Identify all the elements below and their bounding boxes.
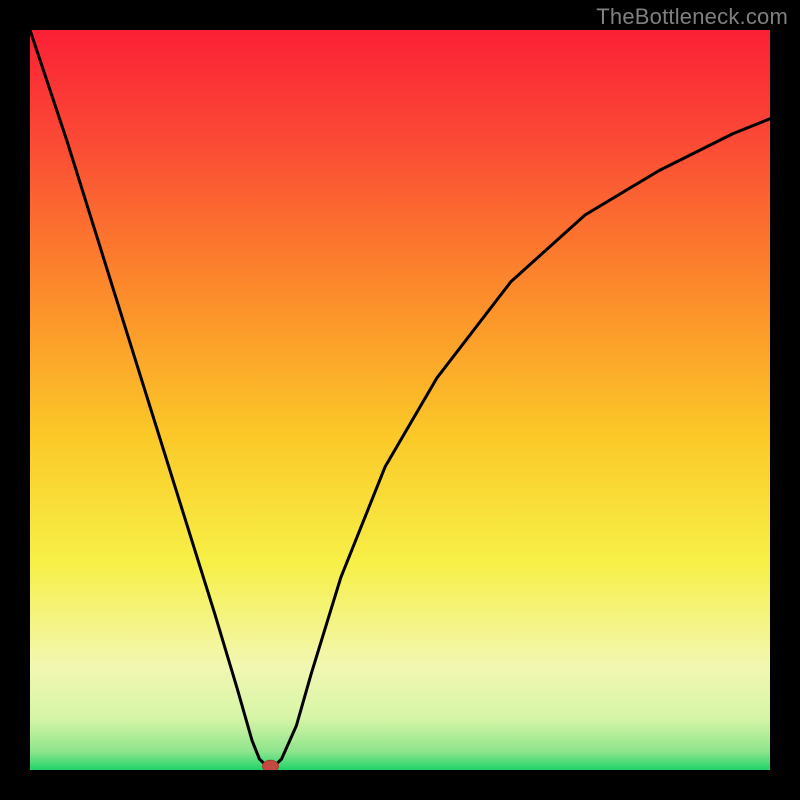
minimum-marker bbox=[263, 760, 279, 770]
gradient-background bbox=[30, 30, 770, 770]
chart-svg bbox=[30, 30, 770, 770]
plot-area bbox=[30, 30, 770, 770]
watermark-text: TheBottleneck.com bbox=[596, 4, 788, 30]
chart-frame: TheBottleneck.com bbox=[0, 0, 800, 800]
